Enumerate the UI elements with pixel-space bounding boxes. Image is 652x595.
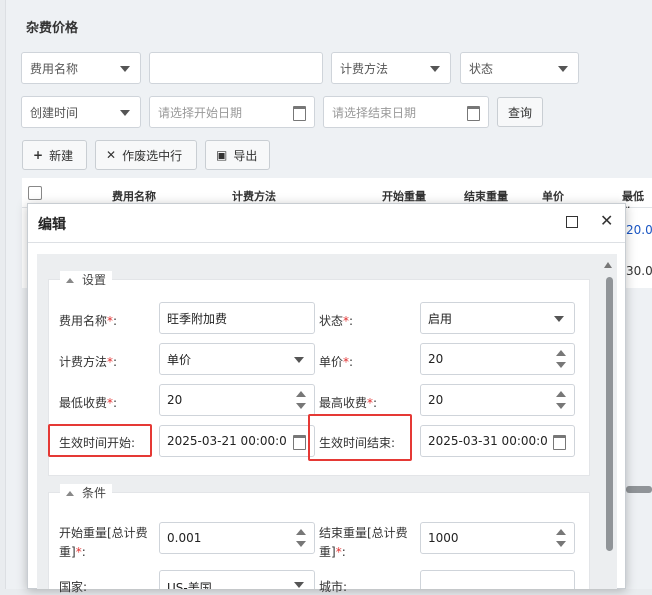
min-fee-value: 20 [167,393,183,407]
column-header-fee-name[interactable]: 费用名称 [112,188,156,204]
max-fee-stepper[interactable]: 20 [420,384,575,416]
max-fee-label: 最高收费*: [319,396,378,410]
fee-name-value: 旺季附加费 [167,311,228,326]
start-date-placeholder: 请选择开始日期 [158,105,243,120]
created-time-select[interactable]: 创建时间 [21,96,141,128]
status-filter-select[interactable]: 状态 [460,52,579,84]
settings-section-toggle[interactable]: 设置 [60,271,113,288]
conditions-section-toggle[interactable]: 条件 [60,484,113,501]
calendar-icon[interactable] [553,435,566,450]
highlight-box [48,424,152,457]
start-weight-value: 0.001 [167,531,202,545]
void-button-label: 作废选中行 [122,148,183,163]
calc-method-label: 计费方法*: [59,355,118,369]
calc-method-select[interactable]: 单价 [159,343,315,375]
end-weight-value: 1000 [428,531,459,545]
new-button-label: 新建 [49,148,74,163]
end-weight-stepper[interactable]: 1000 [420,522,575,554]
close-icon: ✕ [106,148,117,162]
fee-name-filter-select[interactable]: 费用名称 [21,52,141,84]
start-weight-label: 开始重量[总计费 重]*: [59,526,148,559]
settings-section-title: 设置 [82,273,107,287]
effective-end-input[interactable]: 2025-03-31 00:00:0 [420,425,575,457]
spinner-icon[interactable] [296,391,306,411]
column-header-calc-method[interactable]: 计费方法 [232,188,276,204]
calc-method-value: 单价 [167,352,192,367]
void-selected-button[interactable]: ✕ 作废选中行 [95,140,197,170]
new-button[interactable]: + 新建 [22,140,87,170]
effective-end-value: 2025-03-31 00:00:0 [428,434,548,448]
fee-name-filter-label: 费用名称 [30,61,79,76]
fee-name-input[interactable]: 旺季附加费 [159,302,315,334]
fee-name-filter-input[interactable] [149,52,323,84]
chevron-down-icon [554,316,564,322]
chevron-down-icon [430,66,440,72]
chevron-down-icon [294,357,304,363]
unit-price-label: 单价*: [319,355,354,369]
effective-start-input[interactable]: 2025-03-21 00:00:0 [159,425,315,457]
collapse-icon [66,491,74,496]
start-weight-stepper[interactable]: 0.001 [159,522,315,554]
calc-method-filter-label: 计费方法 [340,61,389,76]
status-select[interactable]: 启用 [420,302,575,334]
city-label: 城市: [319,580,348,594]
country-label: 国家: [59,580,88,594]
unit-price-value: 20 [428,352,444,366]
chevron-down-icon [120,66,130,72]
end-weight-label: 结束重量[总计费 重]*: [319,526,408,559]
column-header-end-weight[interactable]: 结束重量 [464,188,508,204]
close-icon[interactable]: ✕ [600,211,613,230]
chevron-down-icon [294,582,304,588]
grid-cell: 20.0 [626,223,652,237]
end-date-placeholder: 请选择结束日期 [332,105,417,120]
maximize-icon[interactable] [566,216,578,228]
highlight-box [308,414,412,461]
scroll-up-arrow[interactable] [604,262,612,268]
spinner-icon[interactable] [556,391,566,411]
dialog-header-divider [28,242,625,243]
city-input[interactable] [420,570,575,589]
unit-price-stepper[interactable]: 20 [420,343,575,375]
page-title: 杂费价格 [26,21,79,36]
dialog-vertical-scrollbar[interactable] [606,277,613,551]
query-button[interactable]: 查询 [497,97,543,127]
spinner-icon[interactable] [556,529,566,549]
plus-icon: + [33,148,44,162]
country-value: US-美国 [167,581,212,589]
grid-cell: 30.0 [626,264,652,278]
calendar-icon[interactable] [293,435,306,450]
chevron-down-icon [558,66,568,72]
min-fee-stepper[interactable]: 20 [159,384,315,416]
export-button-label: 导出 [233,148,258,163]
fee-name-label: 费用名称*: [59,314,118,328]
collapse-icon [66,278,74,283]
select-all-checkbox[interactable] [28,186,42,200]
end-date-input[interactable]: 请选择结束日期 [323,96,489,128]
created-time-label: 创建时间 [30,105,79,120]
dialog-title: 编辑 [38,217,66,233]
column-header-unit-price[interactable]: 单价 [542,188,564,204]
spinner-icon[interactable] [556,350,566,370]
max-fee-value: 20 [428,393,444,407]
excel-file-icon: ▣ [216,148,228,162]
effective-start-value: 2025-03-21 00:00:0 [167,434,287,448]
calendar-icon[interactable] [467,106,480,121]
min-fee-label: 最低收费*: [59,396,118,410]
calc-method-filter-select[interactable]: 计费方法 [331,52,451,84]
column-header-start-weight[interactable]: 开始重量 [382,188,426,204]
start-date-input[interactable]: 请选择开始日期 [149,96,315,128]
status-filter-label: 状态 [469,61,494,76]
query-button-label: 查询 [507,105,532,120]
calendar-icon[interactable] [293,106,306,121]
spinner-icon[interactable] [296,529,306,549]
chevron-down-icon [120,110,130,116]
status-value: 启用 [428,311,453,326]
country-select[interactable]: US-美国 [159,570,315,589]
conditions-section-title: 条件 [82,486,107,500]
status-label: 状态*: [319,314,354,328]
export-button[interactable]: ▣ 导出 [205,140,270,170]
grid-horizontal-scrollbar[interactable] [626,486,652,493]
